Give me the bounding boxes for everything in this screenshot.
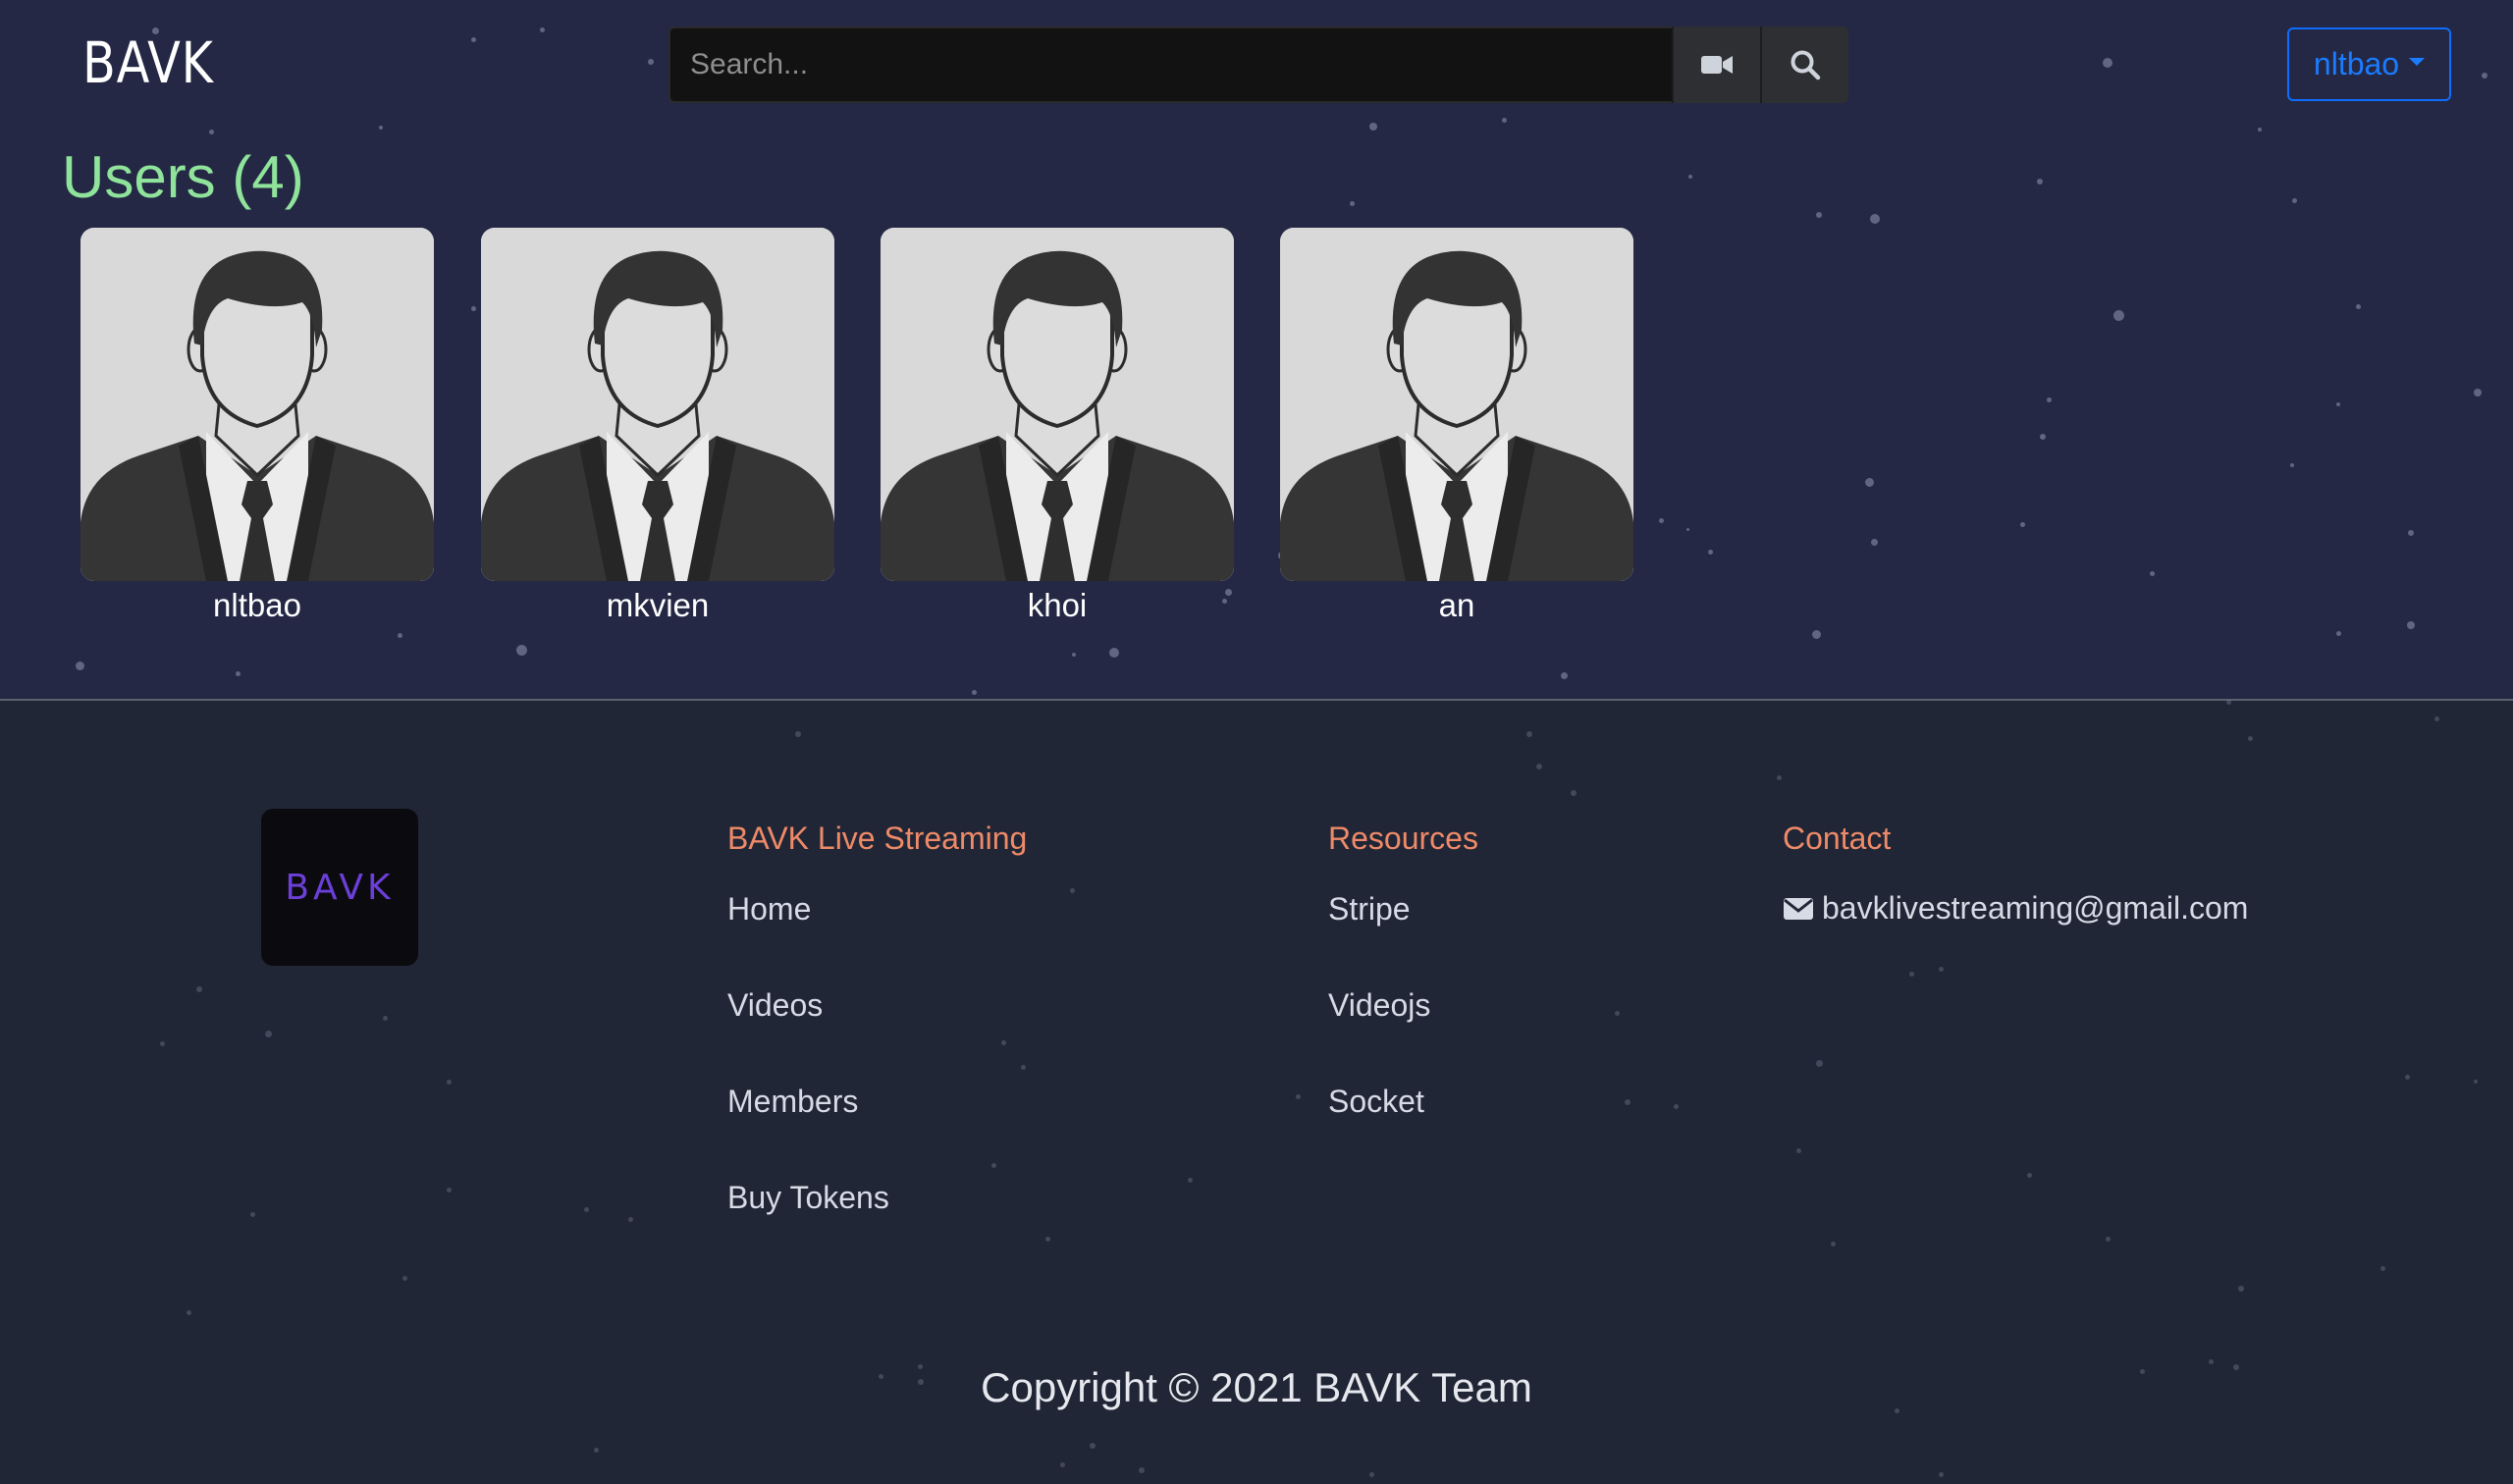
user-card[interactable]: an	[1280, 228, 1633, 624]
user-avatar	[1280, 228, 1633, 581]
footer-logo[interactable]: BAVK	[261, 809, 418, 966]
users-heading: Users (4)	[62, 144, 304, 210]
footer-link-buy-tokens[interactable]: Buy Tokens	[727, 1179, 1027, 1275]
video-camera-icon	[1701, 56, 1733, 74]
search-icon	[1791, 50, 1821, 80]
user-name: mkvien	[606, 587, 710, 623]
footer-column-resources: Resources Stripe Videojs Socket	[1328, 821, 1478, 1179]
user-name: khoi	[1027, 587, 1088, 623]
brand-logo[interactable]: BAVK	[82, 29, 214, 96]
footer-heading-main: BAVK Live Streaming	[727, 821, 1028, 856]
user-menu-label: nltbao	[2313, 46, 2400, 81]
contact-email[interactable]: bavklivestreaming@gmail.com	[1783, 890, 2248, 927]
search-input[interactable]	[668, 26, 1672, 103]
footer-link-socket[interactable]: Socket	[1328, 1083, 1478, 1179]
user-card[interactable]: khoi	[881, 228, 1234, 624]
footer-link-members[interactable]: Members	[727, 1083, 1027, 1179]
user-card[interactable]: nltbao	[80, 228, 434, 624]
go-live-button[interactable]	[1672, 26, 1760, 103]
envelope-icon	[1784, 897, 1813, 920]
footer-column-main: BAVK Live Streaming Home Videos Members …	[727, 821, 1027, 1275]
footer-link-videojs[interactable]: Videojs	[1328, 986, 1478, 1083]
footer-heading-contact: Contact	[1783, 821, 1892, 856]
copyright: Copyright © 2021 BAVK Team	[981, 1364, 1532, 1410]
search-button[interactable]	[1760, 26, 1848, 103]
user-name: nltbao	[213, 587, 301, 623]
footer-heading-resources: Resources	[1328, 821, 1478, 856]
footer-column-contact: Contact bavklivestreaming@gmail.com	[1783, 821, 2248, 927]
caret-down-icon	[2409, 57, 2426, 66]
footer-logo-text: BAVK	[285, 867, 395, 908]
user-menu-dropdown[interactable]: nltbao	[2287, 27, 2451, 101]
user-card[interactable]: mkvien	[481, 228, 834, 624]
user-name: an	[1438, 587, 1475, 623]
footer-link-videos[interactable]: Videos	[727, 986, 1027, 1083]
search-bar	[668, 26, 1848, 103]
user-avatar	[881, 228, 1234, 581]
user-avatar	[80, 228, 434, 581]
contact-email-text: bavklivestreaming@gmail.com	[1822, 890, 2249, 926]
user-avatar	[481, 228, 834, 581]
footer-link-home[interactable]: Home	[727, 890, 1027, 986]
footer-link-stripe[interactable]: Stripe	[1328, 890, 1478, 986]
